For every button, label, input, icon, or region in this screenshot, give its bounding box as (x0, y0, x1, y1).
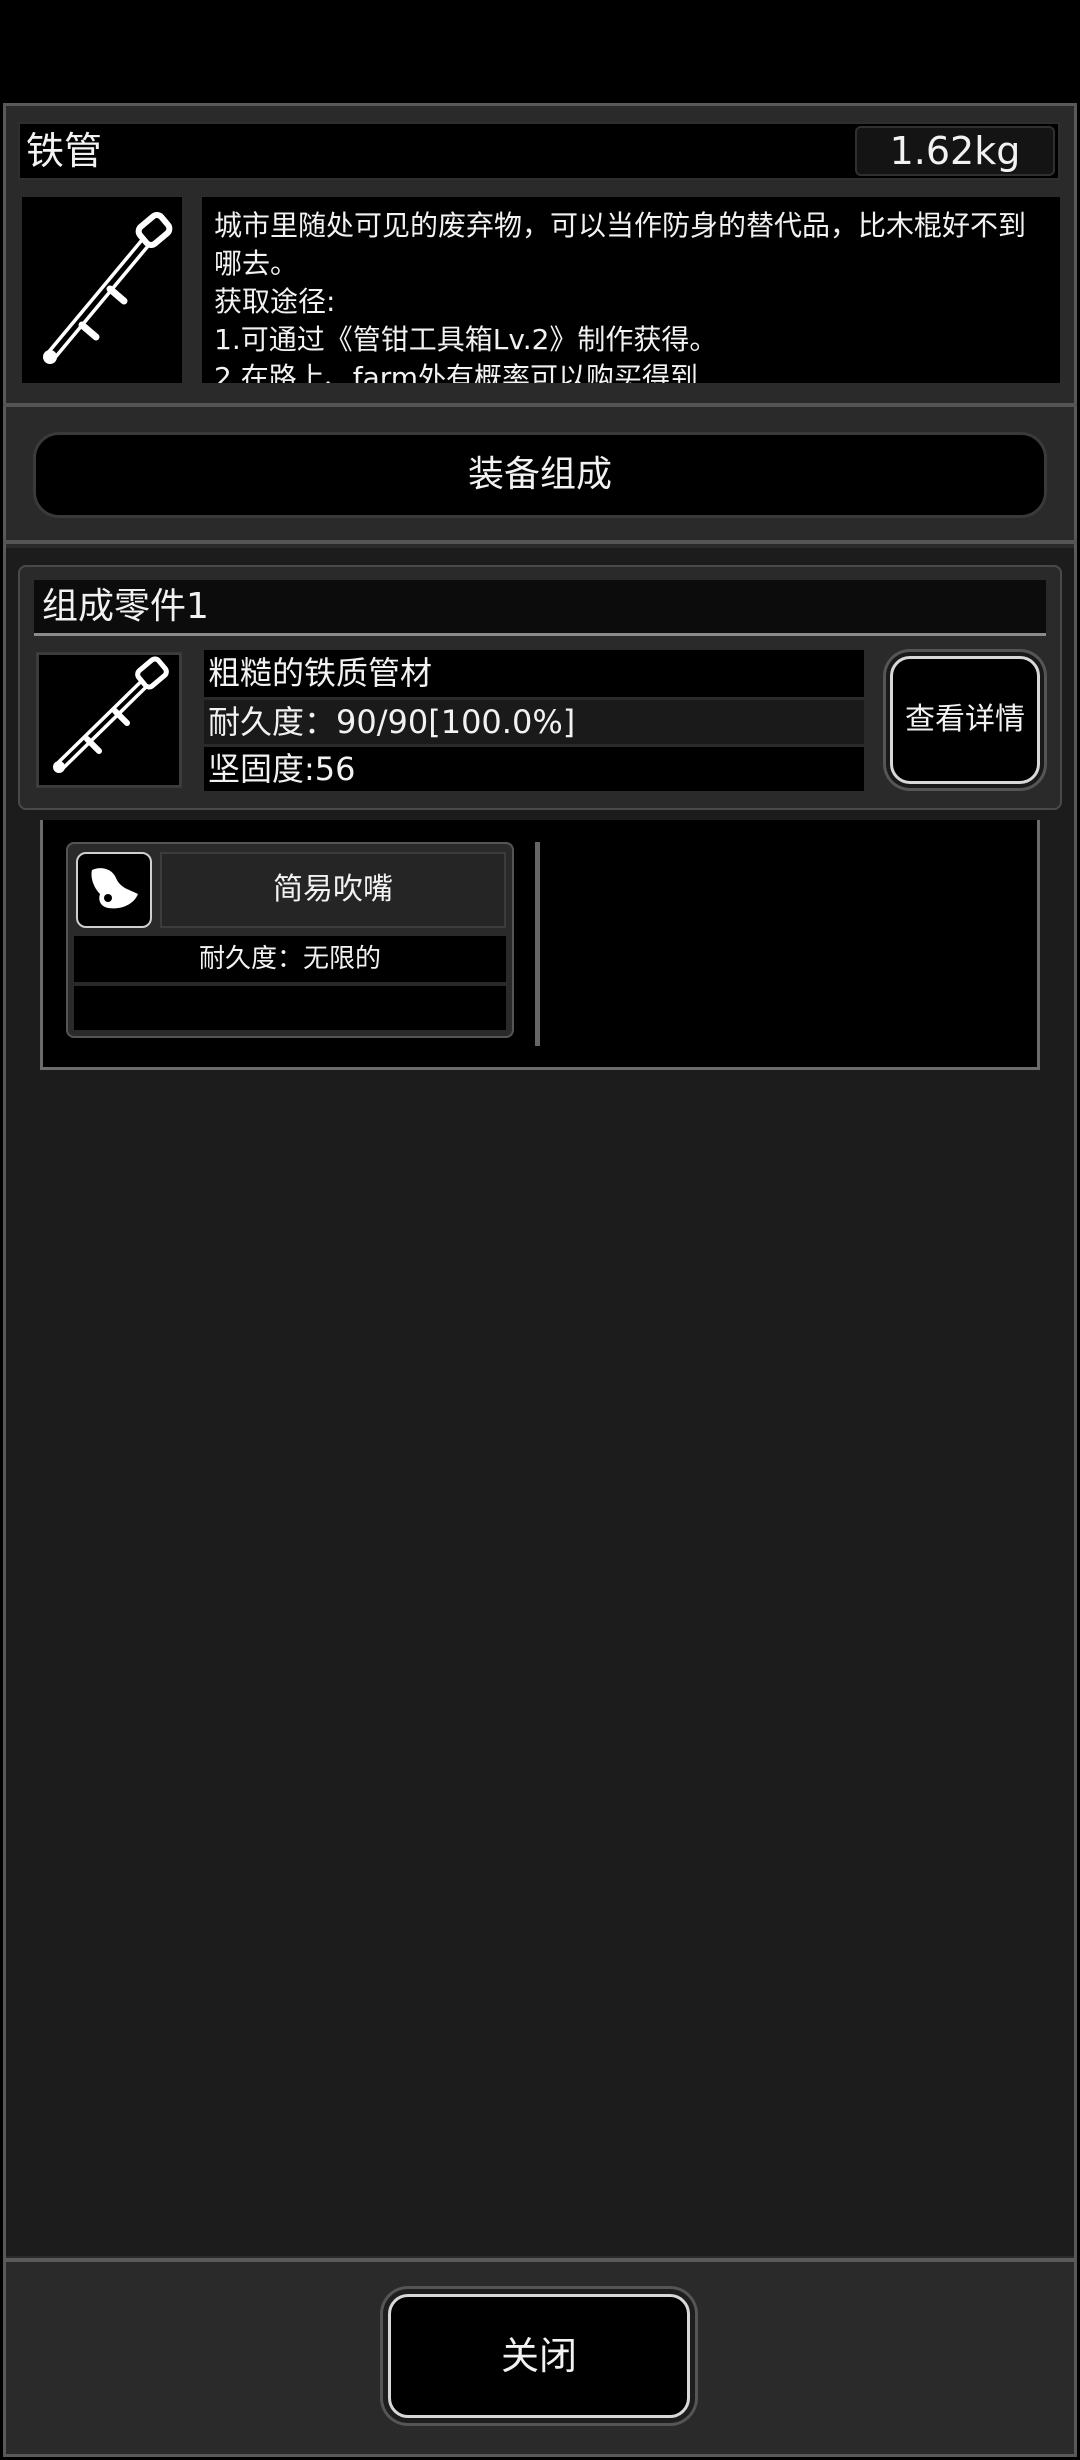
equipment-composition-tab[interactable]: 装备组成 (33, 432, 1047, 518)
subpart-thumbnail (76, 852, 152, 928)
part-name: 粗糙的铁质管材 (204, 650, 864, 697)
description-line: 2.在路上、farm外有概率可以购买得到 (214, 361, 699, 385)
description-line: 1.可通过《管钳工具箱Lv.2》制作获得。 (214, 323, 718, 356)
view-details-button[interactable]: 查看详情 (890, 656, 1040, 784)
part-hardness: 坚固度:56 (204, 747, 864, 791)
divider (3, 2258, 1077, 2262)
subpart-durability: 耐久度：无限的 (74, 936, 506, 982)
item-name: 铁管 (26, 129, 103, 173)
scrollbar[interactable] (535, 842, 540, 1046)
description-line: 获取途径: (214, 285, 336, 318)
pipe-icon (53, 656, 169, 773)
part-title: 组成零件1 (34, 580, 1046, 636)
item-weight: 1.62kg (855, 126, 1055, 176)
subpart-empty-row (74, 986, 506, 1030)
part-thumbnail (36, 652, 182, 788)
subpart-name: 简易吹嘴 (160, 852, 506, 928)
item-description: 城市里随处可见的废弃物，可以当作防身的替代品，比木棍好不到哪去。 获取途径: 1… (200, 195, 1062, 385)
description-line: 城市里随处可见的废弃物，可以当作防身的替代品，比木棍好不到哪去。 (214, 209, 1027, 280)
divider (3, 403, 1077, 407)
mouthpiece-icon (91, 868, 138, 909)
divider (3, 540, 1077, 544)
close-button[interactable]: 关闭 (388, 2294, 690, 2418)
part-durability: 耐久度：90/90[100.0%] (204, 700, 864, 744)
pipe-icon (43, 212, 173, 364)
item-thumbnail (20, 195, 184, 385)
